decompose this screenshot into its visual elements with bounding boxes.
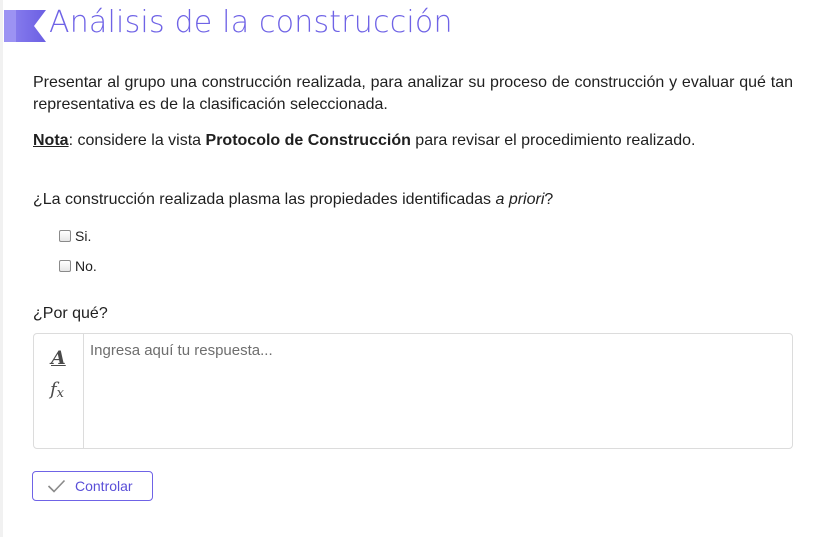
note-label: Nota [33, 132, 69, 149]
check-button[interactable]: Controlar [32, 471, 153, 501]
note-bold: Protocolo de Construcción [205, 132, 411, 149]
check-button-label: Controlar [75, 478, 133, 494]
question-end: ? [544, 191, 554, 208]
note-text-before: : considere la vista [68, 132, 206, 149]
answer-input[interactable] [85, 334, 791, 448]
note-text: Nota: considere la vista Protocolo de Co… [33, 130, 793, 152]
question-italic: a priori [495, 191, 545, 208]
bookmark-flag-icon [4, 10, 46, 42]
formula-icon[interactable]: fx [50, 379, 64, 401]
left-border [0, 0, 3, 537]
checkbox-si[interactable] [59, 230, 71, 242]
editor-toolbar: A fx [34, 334, 84, 448]
page-title: Análisis de la construcción [49, 5, 453, 40]
option-no[interactable]: No. [59, 256, 97, 276]
option-si[interactable]: Si. [59, 226, 91, 246]
text-format-icon[interactable]: A [51, 347, 66, 369]
page-header: Análisis de la construcción [0, 0, 822, 52]
why-label: ¿Por qué? [33, 305, 108, 322]
checkmark-icon [47, 479, 66, 493]
option-si-label: Si. [75, 228, 92, 244]
checkbox-no[interactable] [59, 260, 71, 272]
intro-text: Presentar al grupo una construcción real… [33, 74, 793, 113]
question-text: ¿La construcción realizada plasma las pr… [33, 189, 553, 211]
question-main: ¿La construcción realizada plasma las pr… [33, 191, 496, 208]
option-no-label: No. [75, 258, 97, 274]
answer-editor: A fx [33, 333, 793, 449]
formula-sub: x [56, 386, 65, 401]
note-text-after: para revisar el procedimiento realizado. [410, 132, 696, 149]
formula-glyph: f [50, 379, 57, 400]
